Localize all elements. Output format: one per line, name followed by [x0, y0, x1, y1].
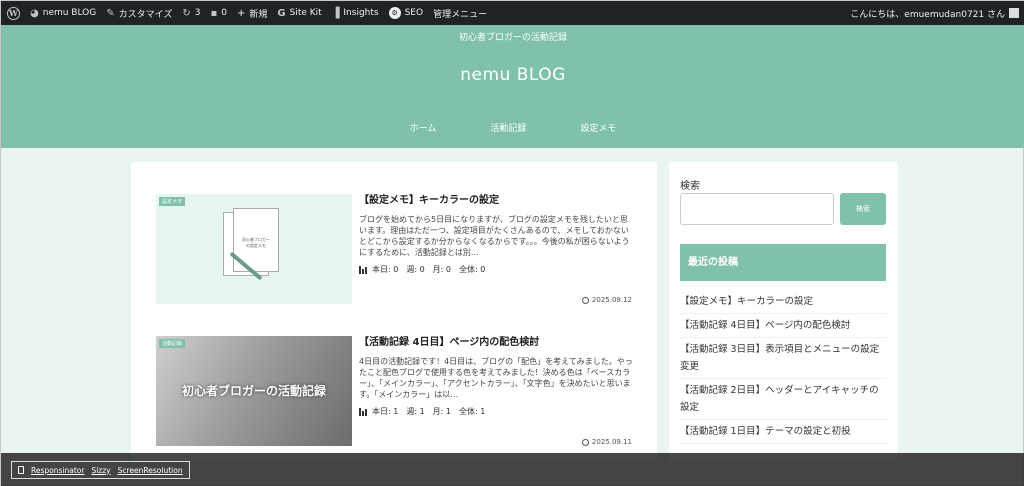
post-date-text: 2025.09.12 [591, 296, 632, 304]
post-title[interactable]: 【活動記録 4日目】ページ内の配色検討 [359, 336, 634, 350]
site-name-link[interactable]: ◕ nemu BLOG [30, 8, 96, 19]
post-card[interactable]: 活動記録 初心者ブロガーの活動記録 【活動記録 4日目】ページ内の配色検討 4日… [156, 336, 634, 462]
post-excerpt: ブログを始めてから5日目になりますが、ブログの設定メモを残したいと思います。理由… [359, 215, 630, 257]
post-stats: 本日: 1 週: 1 月: 1 全体: 1 [359, 406, 634, 417]
global-nav: ホーム 活動記録 設定メモ [1, 121, 1024, 134]
responsinator-link[interactable]: Responsinator [31, 466, 84, 475]
post-thumbnail[interactable]: 活動記録 初心者ブロガーの活動記録 [156, 336, 352, 446]
nav-item-home[interactable]: ホーム [410, 121, 437, 134]
responsive-tools-bar: Responsinator Sizzy ScreenResolution [1, 453, 1024, 486]
dashboard-icon: ◕ [30, 7, 39, 19]
new-label: 新規 [249, 9, 268, 20]
clock-icon [581, 438, 589, 446]
recent-posts-heading: 最近の投稿 [680, 244, 886, 281]
search-button[interactable]: 検索 [840, 193, 886, 225]
post-stats-text: 本日: 0 週: 0 月: 0 全体: 0 [372, 265, 486, 274]
seo-label: SEO [404, 8, 424, 18]
nav-item-settings-memo[interactable]: 設定メモ [580, 121, 616, 134]
post-body: 【設定メモ】キーカラーの設定 ブログを始めてから5日目になりますが、ブログの設定… [359, 194, 634, 275]
clock-icon [581, 296, 589, 304]
recent-post-link[interactable]: 【活動記録 2日目】ヘッダーとアイキャッチの設定 [680, 379, 886, 420]
recent-post-link[interactable]: 【活動記録 4日目】ページ内の配色検討 [680, 314, 886, 338]
recent-post-link[interactable]: 【活動記録 3日目】表示項目とメニューの設定変更 [680, 338, 886, 379]
sitekit-label: Site Kit [289, 8, 322, 18]
mobile-device-icon [18, 466, 24, 474]
post-title[interactable]: 【設定メモ】キーカラーの設定 [359, 194, 634, 208]
post-thumbnail[interactable]: 初心者ブロガー の設定メモ 設定メモ [156, 194, 352, 304]
sidebar: 検索 検索 最近の投稿 【設定メモ】キーカラーの設定 【活動記録 4日目】ページ… [669, 162, 898, 462]
thumb-text: の設定メモ [246, 243, 266, 248]
post-stats: 本日: 0 週: 0 月: 0 全体: 0 [359, 264, 634, 275]
new-content-link[interactable]: + 新規 [237, 7, 267, 20]
sitekit-link[interactable]: G Site Kit [277, 8, 321, 19]
seo-gear-icon: ⚙ [388, 7, 401, 19]
bar-chart-icon [359, 407, 368, 416]
plus-icon: + [237, 7, 246, 19]
responsive-tools-group: Responsinator Sizzy ScreenResolution [11, 461, 190, 479]
category-label: 活動記録 [159, 339, 186, 348]
post-card[interactable]: 初心者ブロガー の設定メモ 設定メモ 【設定メモ】キーカラーの設定 ブログを始め… [156, 194, 632, 324]
nav-item-activity-log[interactable]: 活動記録 [490, 121, 526, 134]
refresh-icon: ↻ [182, 7, 191, 19]
admin-menu-link[interactable]: 管理メニュー [433, 7, 487, 20]
brush-icon: ✎ [106, 7, 115, 19]
screenresolution-link[interactable]: ScreenResolution [118, 466, 183, 475]
avatar [1009, 8, 1019, 18]
post-excerpt: 4日目の活動記録です！4日目は、ブログの「配色」を考えてみました。やったこと配色… [359, 357, 633, 399]
comments-count: 0 [221, 8, 227, 18]
post-body: 【活動記録 4日目】ページ内の配色検討 4日目の活動記録です！4日目は、ブログの… [359, 336, 634, 417]
insights-label: Insights [343, 8, 379, 18]
seo-link[interactable]: ⚙ SEO [388, 7, 424, 19]
comments-link[interactable]: ▪ 0 [210, 8, 227, 19]
category-label: 設定メモ [159, 197, 186, 206]
recent-posts-list: 【設定メモ】キーカラーの設定 【活動記録 4日目】ページ内の配色検討 【活動記録… [680, 290, 886, 444]
customize-link[interactable]: ✎ カスタマイズ [106, 7, 172, 20]
search-label: 検索 [680, 181, 700, 192]
recent-post-link[interactable]: 【活動記録 1日目】テーマの設定と初投 [680, 420, 886, 444]
post-date: 2025.09.12 [581, 296, 632, 304]
bar-chart-icon [359, 265, 368, 274]
site-name-label: nemu BLOG [42, 8, 97, 18]
recent-post-link[interactable]: 【設定メモ】キーカラーの設定 [680, 290, 886, 314]
site-tagline: 初心者ブロガーの活動記録 [458, 33, 567, 43]
thumb-text: 初心者ブロガーの活動記録 [181, 384, 326, 398]
bar-chart-icon: ▐ [331, 7, 340, 19]
sizzy-link[interactable]: Sizzy [91, 466, 110, 475]
site-header: 初心者ブロガーの活動記録 nemu BLOG ホーム 活動記録 設定メモ [1, 25, 1024, 148]
admin-menu-label: 管理メニュー [433, 9, 488, 20]
updates-count: 3 [194, 8, 201, 18]
post-list: 初心者ブロガー の設定メモ 設定メモ 【設定メモ】キーカラーの設定 ブログを始め… [131, 162, 657, 462]
wordpress-logo-icon: W [7, 6, 20, 20]
updates-link[interactable]: ↻ 3 [182, 8, 200, 19]
wordpress-menu[interactable]: W [7, 6, 20, 20]
post-date: 2025.09.11 [581, 438, 632, 446]
post-stats-text: 本日: 1 週: 1 月: 1 全体: 1 [372, 407, 486, 416]
site-title-link[interactable]: nemu BLOG [1, 65, 1024, 85]
greeting-label: こんにちは、emuemudan0721 さん [850, 9, 1005, 20]
customize-label: カスタマイズ [118, 9, 173, 20]
comment-icon: ▪ [210, 7, 218, 19]
admin-bar: W ◕ nemu BLOG ✎ カスタマイズ ↻ 3 ▪ 0 + 新規 G Si… [1, 1, 1024, 25]
post-date-text: 2025.09.11 [591, 438, 632, 446]
account-menu[interactable]: こんにちは、emuemudan0721 さん [850, 7, 1019, 20]
insights-link[interactable]: ▐ Insights [332, 8, 379, 19]
google-g-icon: G [277, 7, 286, 19]
search-input[interactable] [680, 193, 834, 225]
